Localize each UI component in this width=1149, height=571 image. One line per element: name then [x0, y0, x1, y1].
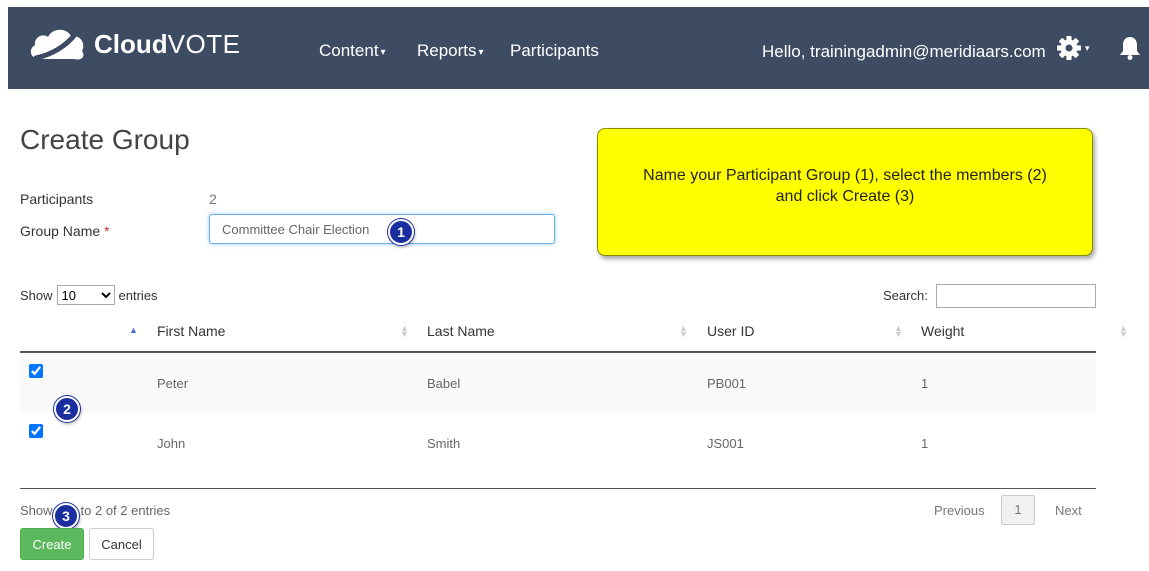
table-row[interactable]: John Smith JS001 1	[20, 413, 1096, 473]
nav-reports[interactable]: Reports ▾	[417, 41, 484, 61]
step-badge-1: 1	[388, 219, 414, 245]
last-name-cell: Babel	[417, 352, 697, 413]
user-greeting[interactable]: Hello, trainingadmin@meridiaars.com	[762, 42, 1046, 62]
info-prefix: Show	[20, 503, 53, 518]
info-suffix: to 2 of 2 entries	[80, 503, 171, 518]
chevron-down-icon: ▾	[478, 47, 484, 58]
column-header-select[interactable]: ▲	[20, 311, 147, 353]
row-checkbox[interactable]	[29, 424, 43, 438]
pager-page-1[interactable]: 1	[1001, 495, 1035, 525]
participants-table: ▲ First Name ▲ ▼ Last Name ▲ ▼ User ID ▲ ▼ Wei…	[20, 311, 1128, 473]
pager-next[interactable]: Next	[1055, 503, 1082, 518]
show-label: Show	[20, 287, 53, 303]
top-navbar: CloudVOTE Content ▾ Reports ▾ Participants…	[8, 7, 1149, 89]
brand-name: CloudVOTE	[94, 29, 240, 59]
table-row[interactable]: Peter Babel PB001 1	[20, 352, 1096, 413]
gear-menu-caret-icon[interactable]: ▾	[1085, 43, 1090, 54]
chevron-down-icon: ▾	[380, 47, 386, 58]
step-badge-2: 2	[54, 396, 80, 422]
app-frame: CloudVOTE Content ▾ Reports ▾ Participants…	[8, 7, 1149, 571]
search-input[interactable]	[936, 284, 1096, 308]
participants-count: 2	[209, 191, 217, 207]
group-name-input[interactable]	[209, 214, 555, 244]
sort-icon: ▲ ▼	[400, 323, 409, 339]
bell-icon[interactable]	[1118, 35, 1142, 61]
brand-light: VOTE	[167, 29, 241, 59]
pager-previous[interactable]: Previous	[934, 503, 985, 518]
create-button[interactable]: Create	[20, 528, 84, 560]
nav-content[interactable]: Content ▾	[319, 41, 386, 61]
sort-icon: ▲ ▼	[1119, 323, 1128, 339]
column-header-weight[interactable]: Weight ▲ ▼	[911, 311, 1128, 353]
last-name-cell: Smith	[417, 413, 697, 473]
callout-line-2: and click Create (3)	[775, 188, 915, 205]
first-name-cell: Peter	[147, 352, 417, 413]
brand-logo[interactable]: CloudVOTE	[26, 25, 240, 63]
row-select-cell	[20, 413, 147, 473]
nav-reports-label: Reports	[417, 41, 477, 60]
user-id-cell: PB001	[697, 352, 911, 413]
required-marker: *	[104, 223, 110, 239]
column-header-first-name[interactable]: First Name ▲ ▼	[147, 311, 417, 353]
column-header-label: Last Name	[427, 323, 495, 339]
search-label: Search:	[883, 288, 928, 303]
group-name-label: Group Name *	[20, 223, 110, 239]
entries-length-control: Show 10 entries	[20, 285, 158, 305]
weight-cell: 1	[911, 413, 1096, 473]
nav-participants[interactable]: Participants	[510, 41, 599, 61]
cancel-button[interactable]: Cancel	[89, 528, 154, 560]
column-header-user-id[interactable]: User ID ▲ ▼	[697, 311, 911, 353]
nav-participants-label: Participants	[510, 41, 599, 60]
user-id-cell: JS001	[697, 413, 911, 473]
column-header-label: Weight	[921, 323, 965, 339]
row-checkbox[interactable]	[29, 364, 43, 378]
column-header-label: First Name	[157, 323, 226, 339]
sort-icon: ▲ ▼	[679, 323, 688, 339]
column-header-last-name[interactable]: Last Name ▲ ▼	[417, 311, 697, 353]
nav-content-label: Content	[319, 41, 379, 60]
row-select-cell	[20, 352, 147, 413]
instruction-callout: Name your Participant Group (1), select …	[597, 128, 1093, 256]
sort-asc-icon: ▲	[129, 325, 138, 335]
table-bottom-divider	[20, 488, 1096, 489]
entries-label: entries	[118, 287, 158, 303]
page-title: Create Group	[20, 124, 190, 155]
first-name-cell: John	[147, 413, 417, 473]
brand-bold: Cloud	[94, 29, 168, 59]
table-info: Show to 2 of 2 entries	[20, 503, 170, 518]
entries-select[interactable]: 10	[56, 285, 115, 305]
step-badge-3: 3	[53, 503, 79, 529]
column-header-label: User ID	[707, 323, 755, 339]
sort-icon: ▲ ▼	[894, 323, 903, 339]
cloud-logo-icon	[30, 29, 84, 61]
table-header-row: ▲ First Name ▲ ▼ Last Name ▲ ▼ User ID ▲ ▼ Wei…	[20, 311, 1128, 353]
callout-line-1: Name your Participant Group (1), select …	[643, 167, 1047, 184]
participants-label: Participants	[20, 191, 94, 207]
group-name-label-text: Group Name	[20, 223, 101, 239]
gear-icon[interactable]	[1056, 35, 1082, 61]
weight-cell: 1	[911, 352, 1096, 413]
